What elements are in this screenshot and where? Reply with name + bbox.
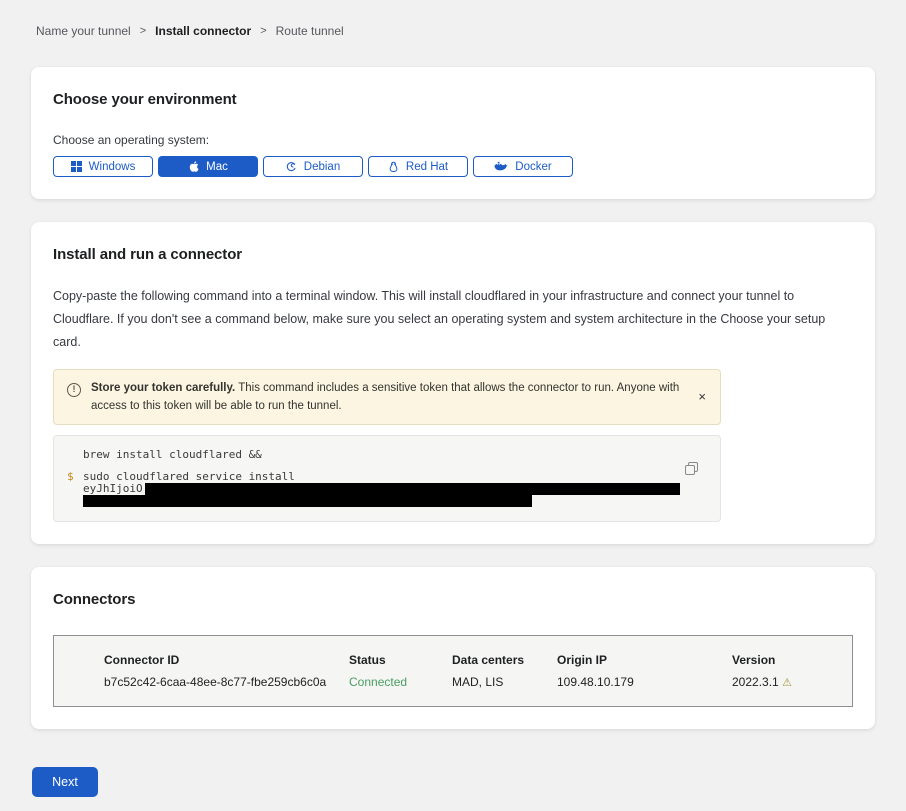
os-button-docker[interactable]: Docker: [473, 156, 573, 177]
version-warning-icon: ⚠: [782, 677, 792, 689]
os-button-debian[interactable]: Debian: [263, 156, 363, 177]
debian-icon: [286, 161, 297, 172]
code-line-3: eyJhIjoiO: [67, 483, 680, 495]
origin-ip-value: 109.48.10.179: [557, 674, 732, 691]
shell-prompt: $: [67, 471, 83, 483]
copy-command-button[interactable]: [685, 462, 698, 475]
code-text: brew install cloudflared &&: [83, 449, 262, 461]
version-value: 2022.3.1 ⚠: [732, 674, 842, 691]
os-button-label: Windows: [89, 161, 136, 173]
alert-text: Store your token carefully. This command…: [91, 379, 686, 415]
os-button-mac[interactable]: Mac: [158, 156, 258, 177]
os-button-label: Docker: [515, 161, 551, 173]
install-command-codeblock: brew install cloudflared && $ sudo cloud…: [53, 435, 721, 522]
breadcrumb-step-route-tunnel[interactable]: Route tunnel: [276, 24, 344, 38]
token-prefix: eyJhIjoiO: [83, 483, 143, 495]
table-row: b7c52c42-6caa-48ee-8c77-fbe259cb6c0a Con…: [104, 674, 842, 691]
os-button-label: Debian: [304, 161, 340, 173]
token-redaction-bar: [83, 495, 532, 507]
code-line-2: $ sudo cloudflared service install: [67, 471, 680, 483]
code-line-4: [67, 495, 680, 507]
linux-penguin-icon: [388, 161, 399, 173]
data-centers-value: MAD, LIS: [452, 674, 557, 691]
connectors-table: Connector ID Status Data centers Origin …: [53, 635, 853, 707]
token-redaction-bar: [145, 483, 680, 495]
choose-environment-card: Choose your environment Choose an operat…: [31, 67, 875, 199]
os-button-redhat[interactable]: Red Hat: [368, 156, 468, 177]
os-button-windows[interactable]: Windows: [53, 156, 153, 177]
windows-icon: [71, 161, 82, 172]
breadcrumb-separator: >: [260, 25, 266, 37]
card-title: Choose your environment: [53, 91, 853, 108]
col-header-status: Status: [349, 652, 452, 668]
breadcrumb: Name your tunnel > Install connector > R…: [36, 24, 875, 38]
copy-icon: [685, 462, 698, 475]
docker-whale-icon: [494, 161, 508, 172]
card-title: Connectors: [53, 591, 853, 608]
install-connector-card: Install and run a connector Copy-paste t…: [31, 222, 875, 544]
breadcrumb-step-install-connector[interactable]: Install connector: [155, 24, 251, 38]
col-header-data-centers: Data centers: [452, 652, 557, 668]
code-line-1: brew install cloudflared &&: [67, 449, 680, 461]
breadcrumb-separator: >: [140, 25, 146, 37]
col-header-origin-ip: Origin IP: [557, 652, 732, 668]
os-button-label: Mac: [206, 161, 228, 173]
apple-icon: [188, 160, 199, 173]
os-select-label: Choose an operating system:: [53, 133, 853, 147]
os-button-group: Windows Mac Debian: [53, 156, 853, 177]
col-header-version: Version: [732, 652, 842, 668]
col-header-connector-id: Connector ID: [104, 652, 349, 668]
next-button[interactable]: Next: [32, 767, 98, 797]
footer: Next: [31, 767, 875, 811]
token-warning-banner: ! Store your token carefully. This comma…: [53, 369, 721, 425]
install-description: Copy-paste the following command into a …: [53, 285, 853, 354]
connector-id-value: b7c52c42-6caa-48ee-8c77-fbe259cb6c0a: [104, 674, 349, 691]
status-badge: Connected: [349, 674, 452, 691]
alert-close-button[interactable]: ×: [696, 390, 708, 404]
page: Name your tunnel > Install connector > R…: [0, 0, 906, 811]
alert-circle-icon: !: [67, 383, 81, 397]
os-button-label: Red Hat: [406, 161, 448, 173]
table-header-row: Connector ID Status Data centers Origin …: [104, 652, 842, 668]
version-number: 2022.3.1: [732, 675, 779, 689]
connectors-card: Connectors Connector ID Status Data cent…: [31, 567, 875, 729]
breadcrumb-step-name-tunnel[interactable]: Name your tunnel: [36, 24, 131, 38]
alert-title: Store your token carefully.: [91, 382, 235, 394]
card-title: Install and run a connector: [53, 246, 853, 263]
